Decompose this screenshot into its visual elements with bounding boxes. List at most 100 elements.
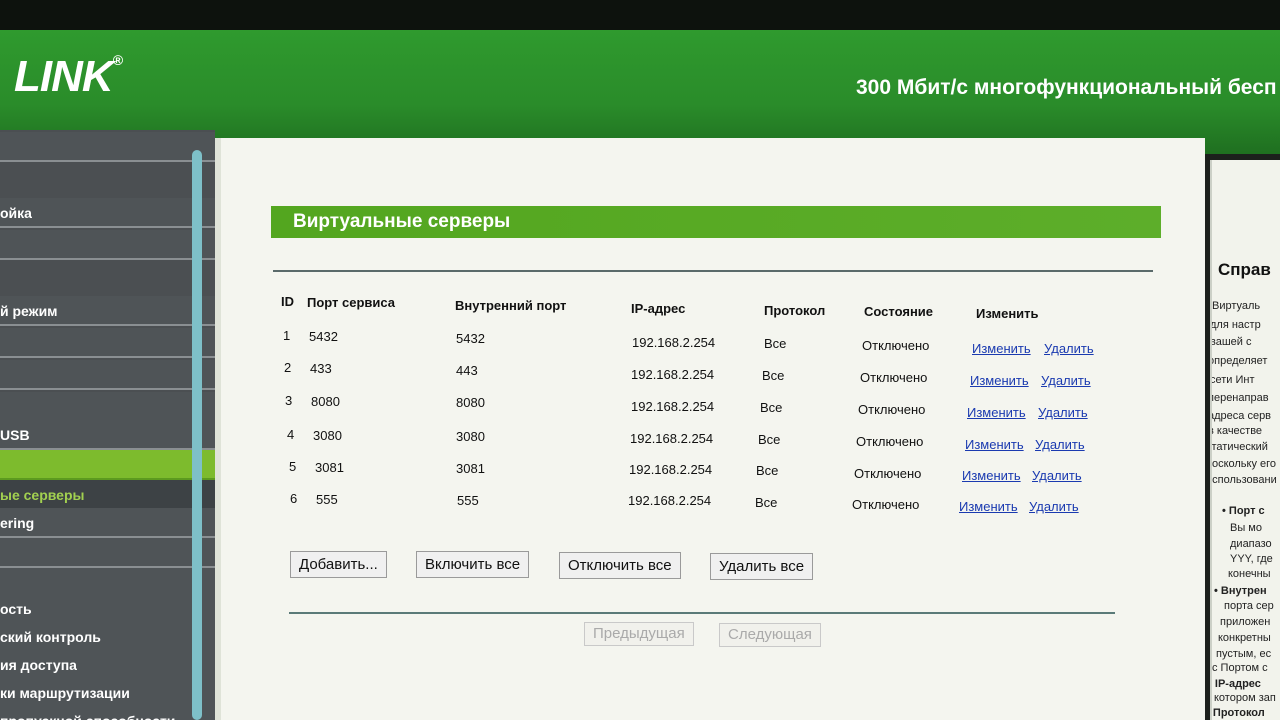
next-page-button[interactable]: Следующая xyxy=(719,623,821,647)
cell-ip: 192.168.2.254 xyxy=(631,399,715,414)
edit-link[interactable]: Изменить xyxy=(970,373,1029,388)
help-line: Виртуаль xyxy=(1212,300,1261,312)
delete-link[interactable]: Удалить xyxy=(1032,468,1082,483)
cell-internal-port: 3080 xyxy=(456,429,485,444)
edit-link[interactable]: Изменить xyxy=(967,405,1026,420)
cell-service-port: 3080 xyxy=(313,428,342,443)
help-line: использовани xyxy=(1210,474,1277,486)
cell-protocol: Все xyxy=(756,463,779,478)
help-line: • Внутрен xyxy=(1214,585,1267,597)
cell-ip: 192.168.2.254 xyxy=(629,462,713,477)
cell-service-port: 5432 xyxy=(309,329,338,344)
cell-id: 3 xyxy=(285,393,293,408)
cell-protocol: Все xyxy=(758,432,781,447)
help-line: YYY, где xyxy=(1230,553,1273,565)
help-line: • Протокол xyxy=(1210,707,1265,719)
delete-link[interactable]: Удалить xyxy=(1029,499,1079,514)
enable-all-button[interactable]: Включить все xyxy=(416,551,530,578)
help-line: котором зап xyxy=(1214,692,1276,704)
help-line: • Порт с xyxy=(1222,505,1265,517)
cell-status: Отключено xyxy=(862,338,930,353)
sidebar-item-parental-control[interactable]: ский контроль xyxy=(0,622,215,652)
cell-status: Отключено xyxy=(856,434,924,449)
help-line: вашей с xyxy=(1210,336,1252,348)
help-line: определяет xyxy=(1210,355,1268,367)
help-line: порта сер xyxy=(1224,600,1274,612)
cell-ip: 192.168.2.254 xyxy=(632,335,716,350)
sidebar-item-virtual-servers[interactable]: ые серверы xyxy=(0,480,215,510)
help-line: перенаправ xyxy=(1210,392,1269,404)
help-line: пустым, ес xyxy=(1216,648,1272,660)
help-line: поскольку его xyxy=(1210,458,1277,470)
sidebar-item-6[interactable] xyxy=(0,360,215,390)
edit-link[interactable]: Изменить xyxy=(972,341,1031,356)
cell-internal-port: 555 xyxy=(457,493,479,508)
cell-service-port: 3081 xyxy=(315,460,344,475)
cell-id: 6 xyxy=(290,491,298,506)
sidebar-item-3[interactable] xyxy=(0,230,215,260)
sidebar-item-7[interactable] xyxy=(0,392,215,422)
sidebar-item-5[interactable] xyxy=(0,328,215,358)
delete-link[interactable]: Удалить xyxy=(1041,373,1091,388)
sidebar-item-security[interactable]: ость xyxy=(0,594,215,624)
cell-internal-port: 5432 xyxy=(456,331,485,346)
cell-internal-port: 8080 xyxy=(456,395,485,410)
help-line: приложен xyxy=(1220,616,1271,628)
help-line: Вы мо xyxy=(1230,522,1262,534)
cell-protocol: Все xyxy=(762,368,785,383)
edit-link[interactable]: Изменить xyxy=(965,437,1024,452)
main-content: Виртуальные серверы ID Порт сервиса Внут… xyxy=(215,138,1205,720)
cell-protocol: Все xyxy=(755,495,778,510)
help-line: конечны xyxy=(1228,568,1271,580)
cell-id: 5 xyxy=(289,459,297,474)
cell-status: Отключено xyxy=(860,370,928,385)
header-title: 300 Мбит/с многофункциональный бесп xyxy=(856,76,1277,99)
cell-ip: 192.168.2.254 xyxy=(631,367,715,382)
sidebar-item-quick-setup[interactable]: ойка xyxy=(0,198,215,228)
help-line: статический xyxy=(1210,441,1268,453)
cell-id: 2 xyxy=(284,360,292,375)
cell-status: Отключено xyxy=(852,497,920,512)
delete-all-button[interactable]: Удалить все xyxy=(710,553,814,580)
divider-top xyxy=(273,270,1153,272)
sidebar-item-port-triggering[interactable]: ering xyxy=(0,508,215,538)
col-header-edit: Изменить xyxy=(976,306,1039,321)
brand-logo: LINK® xyxy=(14,52,123,101)
cell-ip: 192.168.2.254 xyxy=(628,493,712,508)
help-line: диапазо xyxy=(1230,538,1272,550)
cell-id: 4 xyxy=(287,427,295,442)
sidebar-item-usb[interactable]: USB xyxy=(0,420,215,450)
top-bezel xyxy=(0,0,1280,30)
divider-bottom xyxy=(289,612,1115,614)
edit-link[interactable]: Изменить xyxy=(959,499,1018,514)
sidebar: ойка й режим USB ые серверы ering ость с… xyxy=(0,130,215,720)
cell-protocol: Все xyxy=(764,336,787,351)
prev-page-button[interactable]: Предыдущая xyxy=(584,622,694,646)
cell-service-port: 433 xyxy=(310,361,332,376)
cell-ip: 192.168.2.254 xyxy=(630,431,714,446)
disable-all-button[interactable]: Отключить все xyxy=(559,552,681,579)
sidebar-item-mode[interactable]: й режим xyxy=(0,296,215,326)
help-panel: Справ Виртуаль для настр вашей с определ… xyxy=(1210,160,1280,720)
delete-link[interactable]: Удалить xyxy=(1038,405,1088,420)
sidebar-item-bandwidth[interactable]: пропускной способности xyxy=(0,706,215,720)
sidebar-item-access-control[interactable]: ия доступа xyxy=(0,650,215,680)
cell-status: Отключено xyxy=(854,466,922,481)
help-line: • IP-адрес xyxy=(1210,678,1261,690)
col-header-internal-port: Внутренний порт xyxy=(455,298,567,313)
help-line: сети Инт xyxy=(1210,374,1255,386)
sidebar-item-forwarding[interactable] xyxy=(0,450,215,480)
help-title: Справ xyxy=(1218,260,1271,279)
page-title: Виртуальные серверы xyxy=(271,206,1161,238)
help-line: адреса серв xyxy=(1210,410,1272,422)
sidebar-item-12[interactable] xyxy=(0,538,215,568)
delete-link[interactable]: Удалить xyxy=(1035,437,1085,452)
help-line: с Портом с xyxy=(1212,662,1268,674)
sidebar-scrollbar[interactable] xyxy=(192,150,202,720)
delete-link[interactable]: Удалить xyxy=(1044,341,1094,356)
help-line: в качестве xyxy=(1210,425,1263,437)
sidebar-item-routing[interactable]: ки маршрутизации xyxy=(0,678,215,708)
sidebar-item-1[interactable] xyxy=(0,132,215,162)
add-button[interactable]: Добавить... xyxy=(290,551,387,578)
edit-link[interactable]: Изменить xyxy=(962,468,1021,483)
